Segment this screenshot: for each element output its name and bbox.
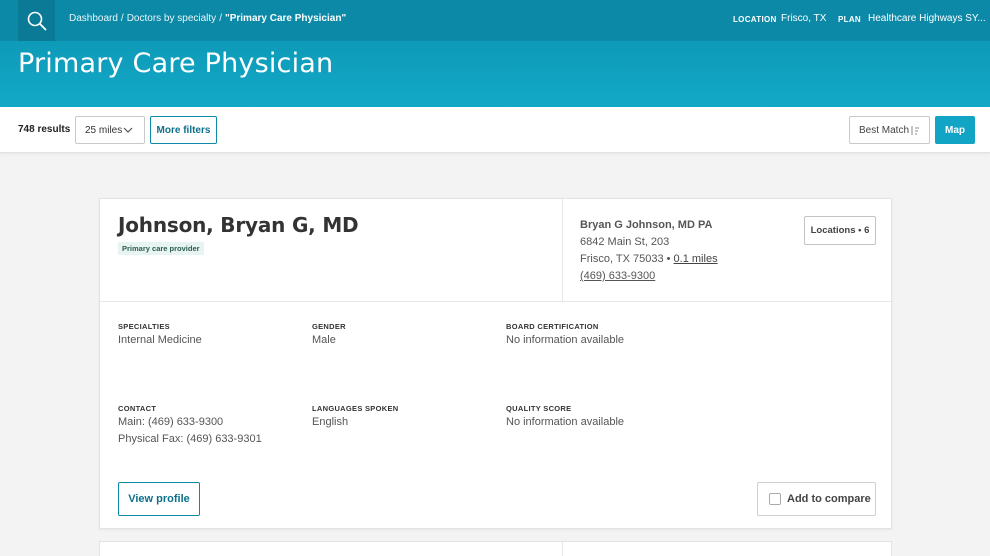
pcp-badge: Primary care provider: [118, 242, 204, 255]
contact-label: CONTACT: [118, 404, 157, 413]
locations-button[interactable]: Locations • 6: [804, 216, 876, 245]
breadcrumb-separator: /: [120, 13, 124, 24]
gender-label: GENDER: [312, 322, 346, 331]
address-line: 6842 Main St, 203: [580, 236, 670, 248]
breadcrumb-current: "Primary Care Physician": [224, 13, 347, 24]
more-filters-button[interactable]: More filters: [150, 116, 217, 144]
provider-card-next: [99, 541, 892, 556]
breadcrumb-dashboard[interactable]: Dashboard: [69, 13, 118, 24]
city-state-zip-text: Frisco, TX 75033: [580, 253, 664, 265]
map-button[interactable]: Map: [935, 116, 975, 144]
checkbox-icon[interactable]: [769, 493, 781, 505]
provider-name[interactable]: Johnson, Bryan G, MD: [118, 213, 359, 237]
contact-main: Main: (469) 633-9300: [118, 416, 224, 428]
languages-label: LANGUAGES SPOKEN: [312, 404, 399, 413]
contact-fax: Physical Fax: (469) 633-9301: [118, 433, 262, 445]
location-label: LOCATION: [733, 15, 777, 24]
breadcrumb: Dashboard / Doctors by specialty / "Primary …: [69, 13, 346, 24]
search-button[interactable]: [18, 0, 55, 41]
results-count: 748 results: [18, 124, 71, 135]
distance-select[interactable]: 25 miles: [75, 116, 145, 144]
breadcrumb-doctors-by-specialty[interactable]: Doctors by specialty: [127, 13, 216, 24]
quality-score-value: No information available: [506, 416, 625, 428]
plan-label: PLAN: [838, 15, 861, 24]
distance-value: 25 miles: [85, 124, 123, 136]
view-profile-button[interactable]: View profile: [118, 482, 200, 516]
board-certification-value: No information available: [506, 334, 625, 346]
distance-link[interactable]: 0.1 miles: [674, 253, 718, 265]
languages-value: English: [312, 416, 349, 428]
search-icon: [27, 11, 46, 30]
add-to-compare-button[interactable]: Add to compare: [757, 482, 876, 516]
sort-value: Best Match: [859, 124, 910, 136]
board-certification-label: BOARD CERTIFICATION: [506, 322, 599, 331]
practice-name[interactable]: Bryan G Johnson, MD PA: [580, 219, 712, 231]
sort-select[interactable]: Best Match: [849, 116, 930, 144]
page-header: Primary Care Physician: [0, 41, 990, 107]
add-to-compare-label: Add to compare: [787, 493, 871, 505]
location-value[interactable]: Frisco, TX: [781, 13, 826, 24]
phone-link[interactable]: (469) 633-9300: [580, 270, 655, 282]
gender-value: Male: [312, 334, 336, 346]
bullet-separator: •: [666, 253, 671, 265]
breadcrumb-separator: /: [219, 13, 222, 24]
city-state-zip: Frisco, TX 75033 • 0.1 miles: [580, 253, 718, 265]
card-divider: [562, 199, 563, 302]
provider-card-header: Johnson, Bryan G, MD Primary care provid…: [100, 199, 893, 302]
sort-icon: [911, 126, 919, 135]
quality-score-label: QUALITY SCORE: [506, 404, 572, 413]
top-navigation-bar: Dashboard / Doctors by specialty / "Primary …: [0, 0, 990, 41]
specialties-value: Internal Medicine: [118, 334, 202, 346]
filter-bar: 748 results 25 miles More filters Best M…: [0, 107, 990, 153]
chevron-down-icon: [123, 127, 133, 133]
plan-value[interactable]: Healthcare Highways SY...: [868, 13, 986, 24]
specialties-label: SPECIALTIES: [118, 322, 170, 331]
page-title: Primary Care Physician: [18, 48, 334, 79]
provider-card: Johnson, Bryan G, MD Primary care provid…: [99, 198, 893, 529]
card-divider: [562, 542, 563, 556]
